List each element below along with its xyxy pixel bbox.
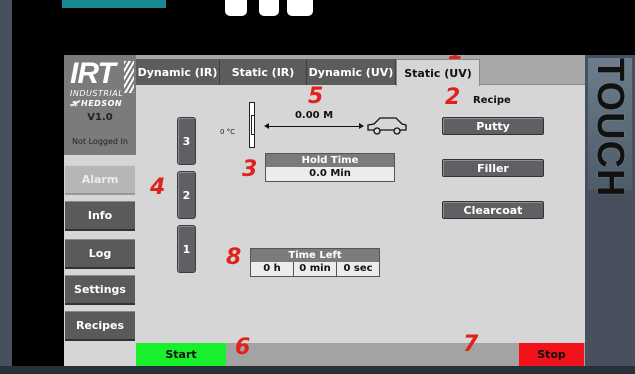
logo-stripes-icon bbox=[124, 61, 134, 93]
sidebar-item-recipes[interactable]: Recipes bbox=[65, 311, 135, 341]
recipe-putty-button[interactable]: Putty bbox=[442, 117, 544, 135]
time-left-hours: 0 h bbox=[251, 262, 294, 276]
header-accent-strip bbox=[62, 0, 166, 8]
hold-time-value: 0.0 Min bbox=[266, 167, 394, 181]
annotation-marker-6: 6 bbox=[235, 335, 251, 360]
annotation-marker-2: 2 bbox=[445, 85, 461, 110]
annotation-marker-3: 3 bbox=[242, 157, 258, 182]
annotation-marker-1: 1 bbox=[448, 55, 463, 65]
lamp-sensor-icon bbox=[249, 102, 255, 148]
mode-tab-bar: Dynamic (IR) Static (IR) Dynamic (UV) St… bbox=[136, 55, 585, 86]
sidebar-item-info[interactable]: Info bbox=[65, 201, 135, 231]
annotation-marker-8: 8 bbox=[226, 245, 242, 270]
hold-time-label: Hold Time bbox=[266, 154, 394, 167]
sidebar-item-log[interactable]: Log bbox=[65, 239, 135, 269]
annotation-marker-7: 7 bbox=[463, 332, 479, 357]
touch-side-label: TOUCH bbox=[588, 58, 632, 198]
zone-1-button[interactable]: 1 bbox=[177, 225, 196, 273]
hedson-logo-text: HEDSON bbox=[81, 99, 123, 108]
recipe-clearcoat-button[interactable]: Clearcoat bbox=[442, 201, 544, 219]
login-status: Not Logged In bbox=[72, 137, 128, 146]
hold-time-box: Hold Time 0.0 Min bbox=[265, 153, 395, 182]
sidebar-item-alarm[interactable]: Alarm bbox=[65, 165, 135, 195]
logo-subtitle: INDUSTRIAL bbox=[70, 89, 124, 98]
tab-static-ir[interactable]: Static (IR) bbox=[220, 59, 307, 85]
time-left-box: Time Left 0 h 0 min 0 sec bbox=[250, 248, 380, 277]
sidebar: IRT INDUSTRIAL 𝓗 HEDSON V1.0 Not Logged … bbox=[64, 55, 136, 366]
annotation-marker-5: 5 bbox=[308, 84, 324, 109]
device-frame-left bbox=[0, 0, 12, 374]
time-left-minutes: 0 min bbox=[294, 262, 337, 276]
recipe-filler-button[interactable]: Filler bbox=[442, 159, 544, 177]
start-button[interactable]: Start bbox=[136, 343, 226, 366]
version-label: V1.0 bbox=[87, 112, 113, 123]
zone-2-button[interactable]: 2 bbox=[177, 171, 196, 219]
car-icon bbox=[367, 117, 407, 135]
time-left-seconds: 0 sec bbox=[343, 263, 373, 274]
distance-readout: 0.00 M bbox=[294, 110, 334, 121]
zone-3-button[interactable]: 3 bbox=[177, 117, 196, 165]
title-fragment bbox=[225, 0, 365, 16]
tab-static-uv[interactable]: Static (UV) bbox=[396, 59, 480, 86]
annotation-marker-4: 4 bbox=[150, 175, 166, 200]
time-left-label: Time Left bbox=[251, 249, 379, 262]
device-frame-bottom bbox=[0, 366, 635, 374]
sidebar-item-settings[interactable]: Settings bbox=[65, 275, 135, 305]
recipe-title: Recipe bbox=[473, 95, 511, 106]
tab-dynamic-ir[interactable]: Dynamic (IR) bbox=[136, 59, 220, 85]
stop-button[interactable]: Stop bbox=[519, 343, 584, 366]
tab-dynamic-uv[interactable]: Dynamic (UV) bbox=[307, 59, 396, 85]
irt-logo: IRT bbox=[70, 57, 116, 90]
hmi-screen: IRT INDUSTRIAL 𝓗 HEDSON V1.0 Not Logged … bbox=[64, 55, 585, 366]
temperature-readout: 0 °C bbox=[220, 128, 236, 136]
hedson-logo: 𝓗 HEDSON bbox=[70, 99, 123, 108]
logo-panel: IRT INDUSTRIAL 𝓗 HEDSON V1.0 Not Logged … bbox=[64, 55, 136, 155]
distance-arrow-icon bbox=[264, 123, 364, 129]
